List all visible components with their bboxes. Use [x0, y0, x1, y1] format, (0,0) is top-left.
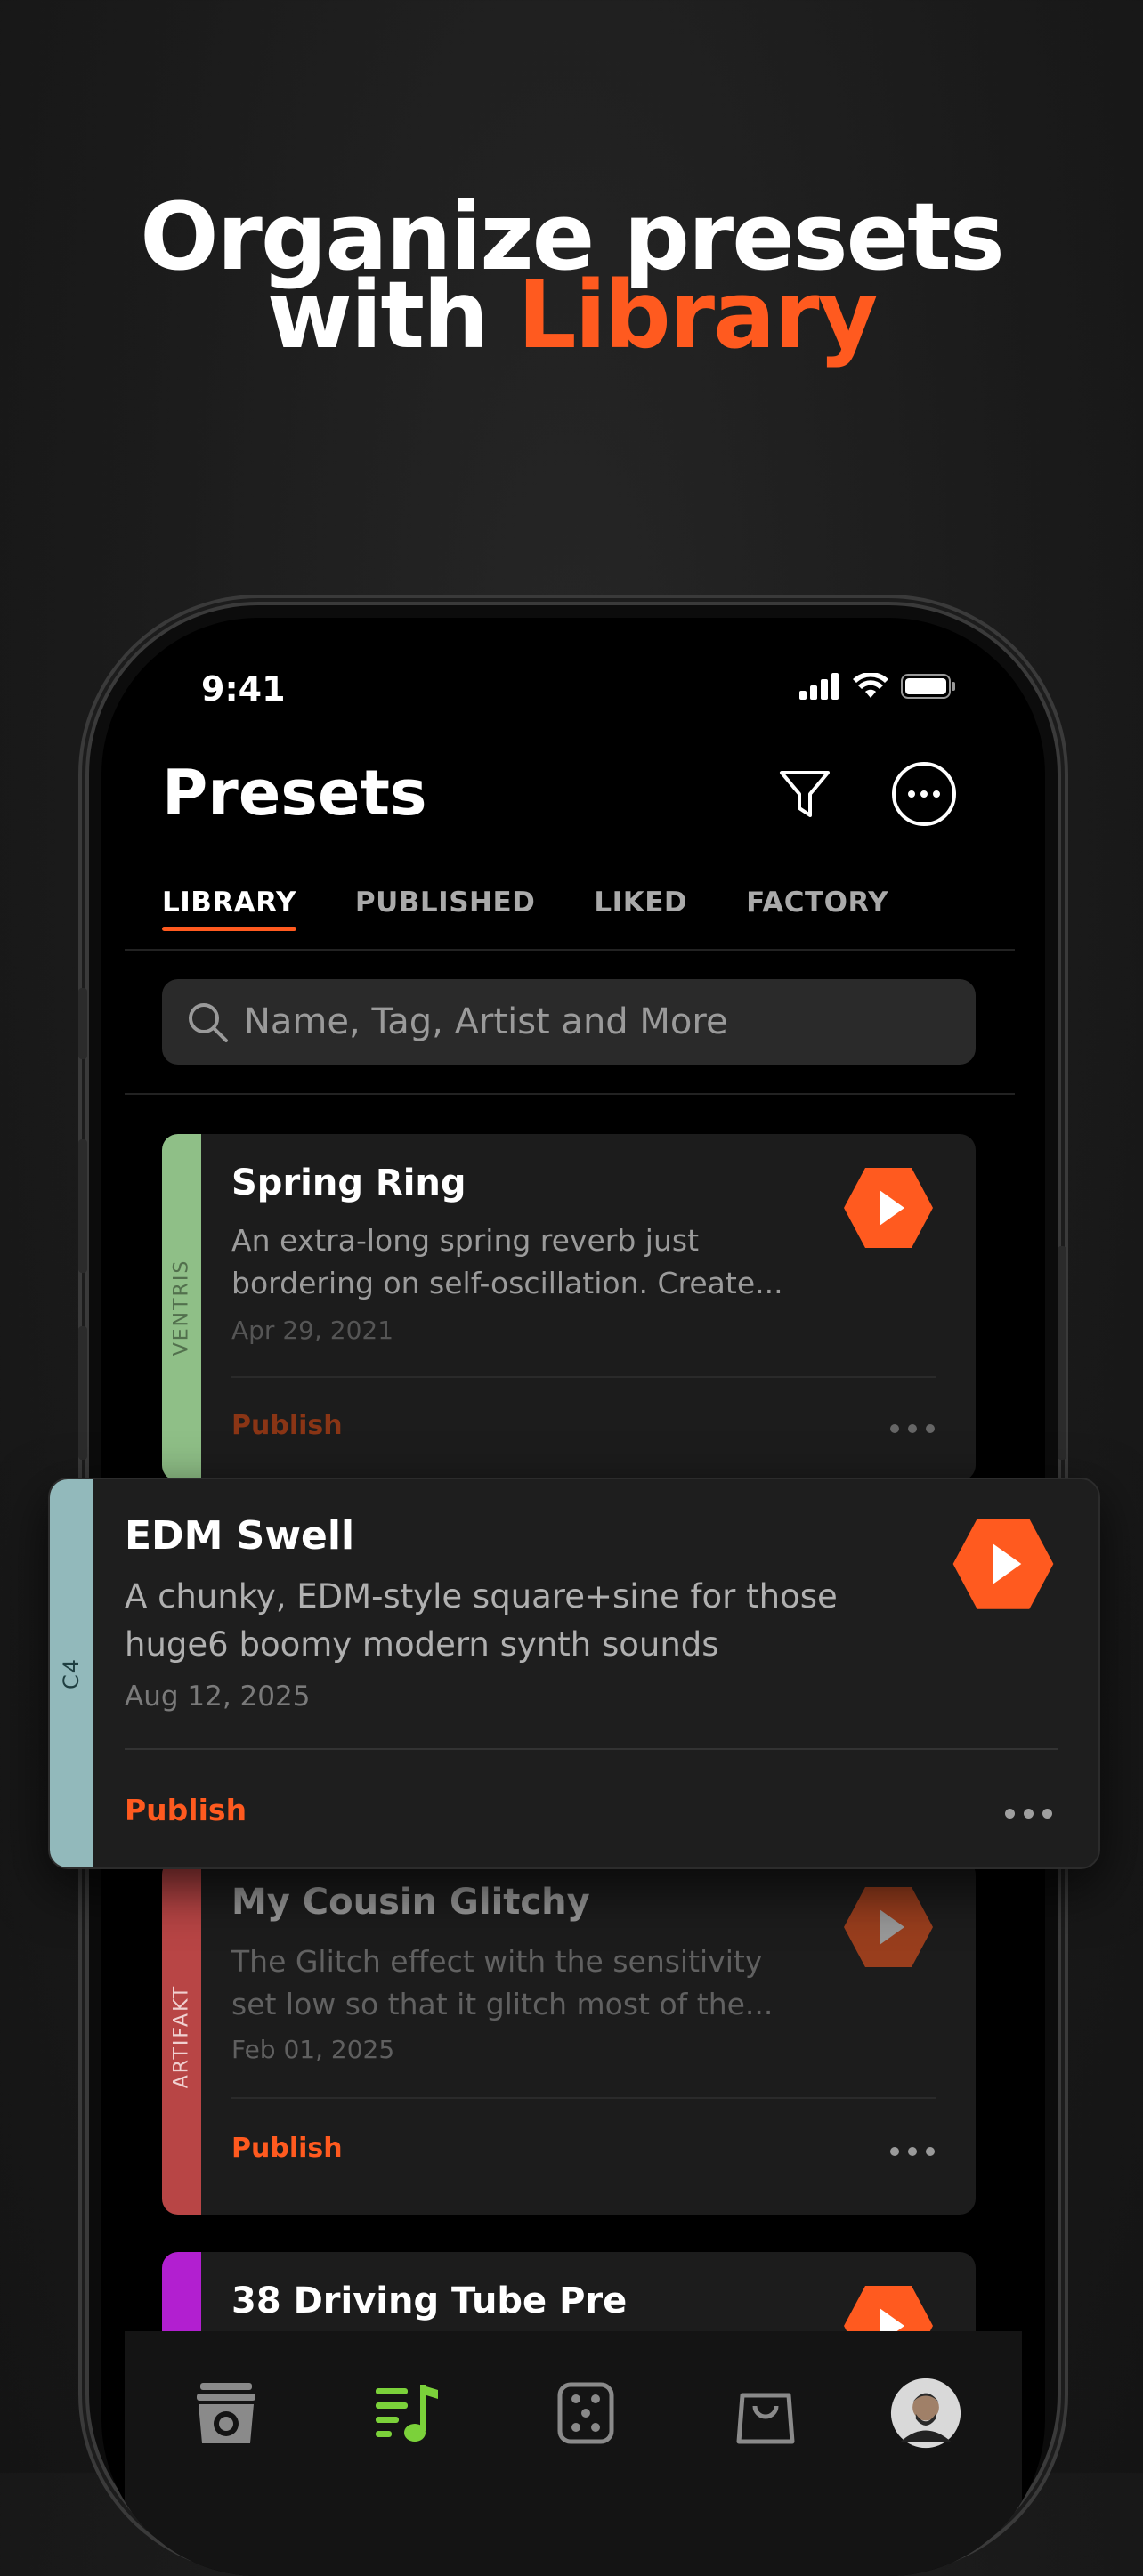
tabs-divider	[125, 949, 1015, 951]
tab-factory[interactable]: FACTORY	[746, 887, 888, 931]
nav-random[interactable]	[550, 2378, 621, 2449]
shop-icon	[736, 2393, 795, 2444]
more-circle-icon	[892, 762, 956, 826]
search-divider	[125, 1093, 1015, 1095]
preset-tag: VENTRIS	[170, 1259, 193, 1357]
publish-button[interactable]: Publish	[231, 2133, 343, 2164]
preset-tag-strip: C4	[50, 1479, 93, 1867]
power-button	[1058, 1246, 1066, 1460]
nav-profile[interactable]	[890, 2378, 961, 2449]
silent-switch	[78, 988, 87, 1059]
page-title: Presets	[162, 757, 427, 830]
tab-bar: LIBRARY PUBLISHED LIKED FACTORY	[162, 887, 947, 931]
hero-headline: Organize presets with Library	[0, 190, 1143, 361]
preset-description-line-1: The Glitch effect with the sensitivity	[231, 1944, 763, 1979]
preset-title: Spring Ring	[231, 1162, 466, 1203]
search-placeholder: Name, Tag, Artist and More	[244, 1001, 728, 1042]
preset-title: EDM Swell	[125, 1513, 355, 1559]
volume-up-button	[78, 1139, 87, 1273]
preset-tag-strip: VENTRIS	[162, 1134, 201, 1481]
dragged-preset-card[interactable]: C4 EDM Swell A chunky, EDM-style square+…	[48, 1478, 1100, 1869]
preset-title: My Cousin Glitchy	[231, 1882, 590, 1923]
tab-published[interactable]: PUBLISHED	[355, 887, 536, 931]
volume-down-button	[78, 1326, 87, 1460]
nav-library[interactable]	[372, 2378, 443, 2449]
status-icons	[799, 673, 956, 700]
bottom-nav	[125, 2331, 1022, 2576]
more-options-button[interactable]	[890, 760, 958, 828]
cellular-signal-icon	[799, 673, 839, 700]
preset-date: Apr 29, 2021	[231, 1316, 394, 1345]
library-icon	[376, 2385, 438, 2442]
dice-icon	[557, 2382, 614, 2444]
publish-button[interactable]: Publish	[231, 1410, 343, 1441]
headline-prefix: with	[266, 261, 518, 369]
profile-avatar	[890, 2378, 961, 2449]
preset-title: 38 Driving Tube Pre	[231, 2280, 628, 2321]
card-divider	[231, 1376, 936, 1378]
preset-tag-strip: ARTIFAKT	[162, 1859, 201, 2215]
publish-button[interactable]: Publish	[125, 1793, 247, 1827]
preset-date: Feb 01, 2025	[231, 2035, 395, 2064]
preset-description-line-1: A chunky, EDM-style square+sine for thos…	[125, 1577, 838, 1616]
card-divider	[231, 2097, 936, 2099]
play-icon[interactable]	[842, 1166, 935, 1250]
preset-description-line-2: set low so that it glitch most of the...	[231, 1987, 774, 2021]
preset-date: Aug 12, 2025	[125, 1681, 311, 1713]
card-more-button[interactable]	[1005, 1809, 1052, 1819]
card-divider	[125, 1748, 1058, 1750]
search-input[interactable]: Name, Tag, Artist and More	[162, 979, 976, 1065]
search-icon	[189, 1003, 228, 1042]
preset-card[interactable]: VENTRIS Spring Ring An extra-long spring…	[162, 1134, 976, 1481]
preset-card[interactable]: ARTIFAKT My Cousin Glitchy The Glitch ef…	[162, 1859, 976, 2215]
card-more-button[interactable]	[890, 2147, 935, 2156]
headline-accent: Library	[517, 261, 878, 369]
preset-description-line-1: An extra-long spring reverb just	[231, 1223, 700, 1258]
nav-shop[interactable]	[730, 2378, 801, 2449]
filter-icon	[780, 771, 830, 817]
preset-description-line-2: bordering on self-oscillation. Create...	[231, 1266, 783, 1300]
play-icon[interactable]	[842, 1885, 935, 1969]
nav-amp[interactable]	[190, 2378, 262, 2449]
preset-tag: C4	[59, 1657, 84, 1690]
play-icon[interactable]	[951, 1517, 1056, 1611]
tab-liked[interactable]: LIKED	[594, 887, 687, 931]
filter-button[interactable]	[771, 760, 839, 828]
amp-icon	[197, 2383, 255, 2443]
preset-description-line-2: huge6 boomy modern synth sounds	[125, 1625, 719, 1664]
wifi-icon	[853, 673, 888, 698]
card-more-button[interactable]	[890, 1424, 935, 1433]
preset-tag: ARTIFAKT	[170, 1984, 193, 2089]
tab-library[interactable]: LIBRARY	[162, 887, 296, 931]
battery-icon	[901, 674, 955, 699]
status-time: 9:41	[201, 669, 286, 709]
